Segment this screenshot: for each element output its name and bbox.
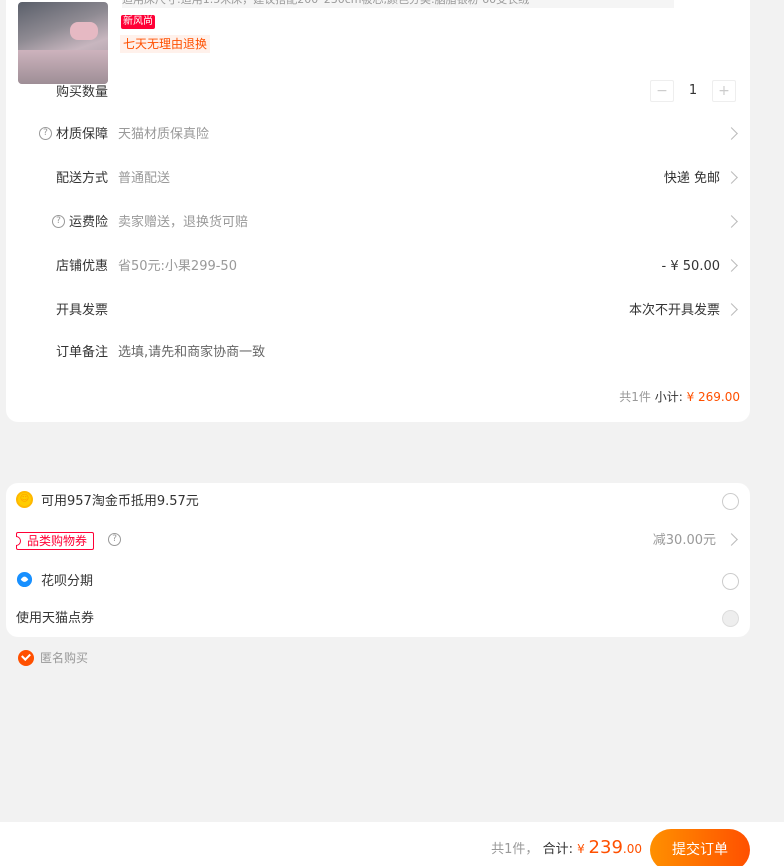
help-icon[interactable]: ? [51,215,65,228]
tmall-points-row[interactable]: 使用天猫点券 [16,609,740,629]
new-tag: 新风尚 [121,15,155,29]
product-image[interactable] [18,2,108,84]
subtotal-count: 共1件 [619,390,651,404]
store-discount-label: 店铺优惠 [55,259,108,274]
order-card: 适用床尺寸:适用1.5米床，建议搭配200*230cm被芯,颜色分类:胭脂银粉 … [6,0,750,422]
help-icon[interactable]: ? [38,127,52,140]
huabei-radio[interactable] [722,573,739,590]
material-value: 天猫材质保真险 [118,127,210,142]
tmall-points-text: 使用天猫点券 [16,611,95,626]
chevron-right-icon [725,127,738,140]
delivery-value: 普通配送 [118,171,171,186]
freight-value: 卖家赠送，退换货可赔 [118,215,249,230]
quantity-label: 购买数量 [55,85,108,100]
total-amount-decimal: .00 [622,842,642,856]
taobao-coin-row[interactable]: ☺ 可用957淘金币抵用9.57元 [16,491,740,512]
note-input[interactable]: 选填,请先和商家协商一致 [118,343,265,363]
huabei-text: 花呗分期 [41,574,94,589]
chevron-right-icon [725,533,738,546]
chevron-right-icon [725,215,738,228]
anonymous-purchase-option[interactable]: 匿名购买 [18,649,89,667]
total-count: 共1件， [491,842,539,857]
return-policy-tag: 七天无理由退换 [120,35,211,53]
bed-shape [18,50,108,84]
note-row: 订单备注 选填,请先和商家协商一致 [6,343,750,363]
taobao-coin-text: 可用957淘金币抵用9.57元 [41,494,199,509]
chevron-right-icon [725,303,738,316]
huabei-row[interactable]: 花呗分期 [16,571,740,592]
coupon-row[interactable]: 品类购物券 ? 减30.00元 [16,531,740,551]
store-discount-value: 省50元:小果299-50 [118,259,237,274]
note-label: 订单备注 [55,345,108,360]
product-description[interactable]: 适用床尺寸:适用1.5米床，建议搭配200*230cm被芯,颜色分类:胭脂银粉 … [122,0,674,8]
store-discount-row[interactable]: 店铺优惠 省50元:小果299-50 - ¥ 50.00 [6,257,750,277]
total-label: 合计: [542,842,573,857]
help-icon[interactable]: ? [108,533,122,546]
increase-button[interactable]: + [712,80,736,102]
quantity-stepper: − 1 + [650,80,736,102]
chevron-right-icon [725,171,738,184]
subtotal-amount: ¥ 269.00 [686,390,740,404]
taobao-coin-icon: ☺ [16,491,33,508]
taobao-coin-radio[interactable] [722,493,739,510]
material-label-text: 材质保障 [55,127,108,142]
invoice-row[interactable]: 开具发票 本次不开具发票 [6,301,750,321]
quantity-row: 购买数量 − 1 + [6,80,750,103]
delivery-method: 快递 免邮 [663,171,720,186]
checkout-footer: 共1件， 合计: ¥ 239.00 提交订单 [0,822,784,866]
freight-label: ? 运费险 [51,213,108,233]
payment-options-card: ☺ 可用957淘金币抵用9.57元 品类购物券 ? 减30.00元 花呗分期 使用… [6,483,750,637]
material-label: ? 材质保障 [38,125,108,145]
submit-order-button[interactable]: 提交订单 [650,829,750,866]
delivery-row[interactable]: 配送方式 普通配送 快递 免邮 [6,169,750,189]
subtotal: 共1件 小计: ¥ 269.00 [619,388,740,405]
currency-symbol: ¥ [577,842,589,856]
category-coupon-tag: 品类购物券 [16,531,95,550]
anonymous-label: 匿名购买 [40,651,89,665]
check-icon[interactable] [18,649,34,666]
freight-label-text: 运费险 [68,215,108,230]
huabei-icon [16,571,33,588]
invoice-label: 开具发票 [55,303,108,318]
pillow-shape [70,22,98,40]
tmall-points-radio[interactable] [722,610,739,627]
store-discount-amount: - ¥ 50.00 [661,259,720,274]
quantity-value[interactable]: 1 [674,80,712,102]
invoice-value: 本次不开具发票 [628,303,720,318]
coupon-value: 减30.00元 [652,533,716,548]
freight-insurance-row[interactable]: ? 运费险 卖家赠送，退换货可赔 [6,213,750,233]
material-row[interactable]: ? 材质保障 天猫材质保真险 [6,125,750,145]
subtotal-label: 小计: [654,390,683,404]
decrease-button[interactable]: − [650,80,674,102]
total-amount-integer: 239 [588,837,623,858]
order-summary: 共1件， 合计: ¥ 239.00 [491,838,642,860]
chevron-right-icon [725,259,738,272]
delivery-label: 配送方式 [55,171,108,186]
